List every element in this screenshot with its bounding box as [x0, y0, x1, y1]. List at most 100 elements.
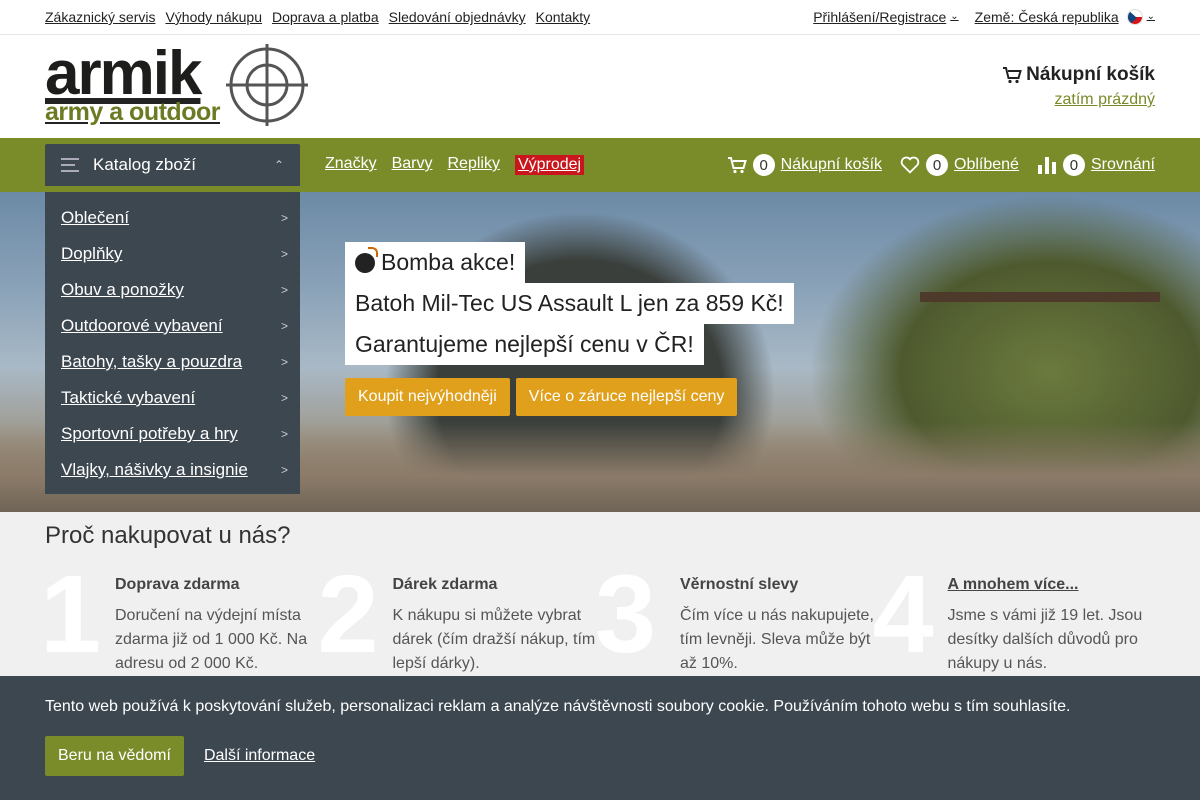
- bench-shape: [920, 292, 1160, 432]
- czech-flag-icon: [1126, 9, 1143, 25]
- cookie-actions: Beru na vědomí Další informace: [45, 736, 1155, 776]
- category-item[interactable]: Sportovní potřeby a hry >: [45, 416, 300, 452]
- cart-count-badge: 0: [752, 154, 775, 176]
- category-label: Taktické vybavení: [61, 388, 196, 407]
- link-customer-service[interactable]: Zákaznický servis: [45, 9, 155, 25]
- reason-text: K nákupu si můžete vybrat dárek (čím dra…: [392, 607, 596, 672]
- logo[interactable]: armik army a outdoor: [45, 38, 308, 126]
- bomb-icon: [355, 247, 378, 273]
- cookie-banner: Tento web používá k poskytování služeb, …: [0, 676, 1200, 800]
- nav-favorites[interactable]: 0 Oblíbené: [900, 154, 1019, 176]
- reason-title-link[interactable]: A mnohem více...: [948, 576, 1156, 594]
- reason-title: Věrnostní slevy: [680, 576, 799, 593]
- link-shipping-payment[interactable]: Doprava a platba: [272, 9, 379, 25]
- reason-number: 3: [595, 553, 657, 676]
- top-right: Přihlášení/Registrace ⌄ Země: Česká repu…: [813, 9, 1155, 25]
- category-item[interactable]: Taktické vybavení >: [45, 380, 300, 416]
- header-cart-title: Nákupní košík: [1002, 64, 1155, 86]
- reason-title: Doprava zdarma: [115, 576, 240, 593]
- cookie-message: Tento web používá k poskytování služeb, …: [45, 698, 1071, 715]
- chevron-down-icon: ⌄: [950, 10, 959, 22]
- nav-compare-link[interactable]: Srovnání: [1091, 156, 1155, 174]
- catalog-dropdown: Oblečení > Doplňky > Obuv a ponožky > Outdo…: [45, 192, 300, 494]
- category-label: Oblečení: [61, 208, 130, 227]
- link-benefits[interactable]: Výhody nákupu: [165, 9, 262, 25]
- logo-tagline: army a outdoor: [45, 97, 220, 126]
- chevron-right-icon: >: [280, 463, 288, 477]
- header-cart-status[interactable]: zatím prázdný: [1055, 91, 1155, 109]
- chevron-right-icon: >: [280, 247, 288, 261]
- reason-number: 2: [317, 553, 379, 676]
- category-item[interactable]: Batohy, tašky a pouzdra >: [45, 344, 300, 380]
- price-guarantee-button[interactable]: Více o záruce nejlepší ceny: [515, 378, 738, 416]
- country-dropdown[interactable]: Země: Česká republika ⌄: [975, 9, 1155, 25]
- category-item[interactable]: Oblečení >: [45, 200, 300, 236]
- menu-icon: [61, 158, 79, 172]
- nav-cart[interactable]: 0 Nákupní košík: [727, 154, 882, 176]
- cookie-accept-button[interactable]: Beru na vědomí: [45, 736, 184, 776]
- favorites-count-badge: 0: [926, 154, 949, 176]
- category-item[interactable]: Obuv a ponožky >: [45, 272, 300, 308]
- category-item[interactable]: Doplňky >: [45, 236, 300, 272]
- login-dropdown[interactable]: Přihlášení/Registrace ⌄: [813, 9, 958, 25]
- bar-chart-icon: [1037, 157, 1056, 174]
- chevron-right-icon: >: [280, 355, 288, 369]
- chevron-up-icon: ⌃: [273, 158, 284, 172]
- cookie-more-link[interactable]: Další informace: [204, 747, 315, 765]
- category-label: Outdoorové vybavení: [61, 316, 223, 335]
- heart-icon: [900, 156, 920, 174]
- reason-title: Dárek zdarma: [392, 576, 498, 593]
- reason-number: 1: [40, 553, 102, 676]
- category-label: Doplňky: [61, 244, 123, 263]
- promo-headline: Bomba akce!: [381, 249, 516, 275]
- login-label: Přihlášení/Registrace: [813, 9, 947, 25]
- main-nav: Katalog zboží ⌃ Značky Barvy Repliky Výp…: [0, 138, 1200, 192]
- top-bar: Zákaznický servis Výhody nákupu Doprava …: [0, 0, 1200, 35]
- header-cart[interactable]: Nákupní košík zatím prázdný: [1002, 64, 1155, 109]
- reason-text: Jsme s vámi již 19 let. Jsou desítky dal…: [947, 607, 1143, 672]
- reason-number: 4: [872, 553, 934, 676]
- compare-count-badge: 0: [1062, 154, 1085, 176]
- category-item[interactable]: Outdoorové vybavení >: [45, 308, 300, 344]
- promo-box: Bomba akce! Batoh Mil-Tec US Assault L j…: [345, 242, 794, 416]
- nav-right: 0 Nákupní košík 0 Oblíbené 0 Srovnání: [727, 154, 1155, 176]
- chevron-right-icon: >: [280, 211, 288, 225]
- chevron-right-icon: >: [280, 427, 288, 441]
- site-header: armik army a outdoor Nákupní košík zatím…: [0, 35, 1200, 138]
- category-item[interactable]: Vlajky, nášivky a insignie >: [45, 452, 300, 488]
- nav-link-colors[interactable]: Barvy: [392, 155, 433, 175]
- country-label: Země: Česká republika: [974, 9, 1119, 25]
- why-title: Proč nakupovat u nás?: [45, 522, 291, 549]
- nav-links: Značky Barvy Repliky Výprodej: [325, 155, 585, 175]
- nav-link-replicas[interactable]: Repliky: [447, 155, 499, 175]
- nav-cart-link[interactable]: Nákupní košík: [781, 156, 882, 174]
- nav-link-sale[interactable]: Výprodej: [514, 155, 585, 175]
- top-links: Zákaznický servis Výhody nákupu Doprava …: [45, 9, 590, 25]
- link-contacts[interactable]: Kontakty: [536, 9, 590, 25]
- header-cart-label: Nákupní košík: [1026, 64, 1155, 85]
- chevron-right-icon: >: [280, 319, 288, 333]
- promo-line-3: Garantujeme nejlepší cenu v ČR!: [345, 324, 704, 365]
- chevron-down-icon: ⌄: [1146, 10, 1155, 22]
- link-order-tracking[interactable]: Sledování objednávky: [389, 9, 526, 25]
- category-label: Sportovní potřeby a hry: [61, 424, 238, 443]
- category-label: Batohy, tašky a pouzdra: [61, 352, 243, 371]
- nav-favorites-link[interactable]: Oblíbené: [954, 156, 1019, 174]
- catalog-label: Katalog zboží: [93, 155, 197, 174]
- promo-line-1: Bomba akce!: [345, 242, 526, 283]
- promo-line-2: Batoh Mil-Tec US Assault L jen za 859 Kč…: [345, 283, 794, 324]
- crosshair-icon: [225, 43, 308, 126]
- nav-compare[interactable]: 0 Srovnání: [1037, 154, 1155, 176]
- buy-best-price-button[interactable]: Koupit nejvýhodněji: [345, 378, 510, 416]
- category-label: Vlajky, nášivky a insignie: [61, 460, 248, 479]
- chevron-right-icon: >: [280, 283, 288, 297]
- reason-text: Čím více u nás nakupujete, tím levněji. …: [680, 607, 874, 672]
- cart-icon: [1003, 67, 1022, 84]
- nav-link-brands[interactable]: Značky: [325, 155, 377, 175]
- logo-wordmark: armik army a outdoor: [45, 38, 220, 126]
- chevron-right-icon: >: [280, 391, 288, 405]
- promo-buttons: Koupit nejvýhodněji Více o záruce nejlep…: [345, 378, 794, 416]
- logo-brand: armik: [45, 38, 202, 108]
- cart-icon: [727, 157, 747, 174]
- catalog-toggle[interactable]: Katalog zboží ⌃: [45, 144, 300, 186]
